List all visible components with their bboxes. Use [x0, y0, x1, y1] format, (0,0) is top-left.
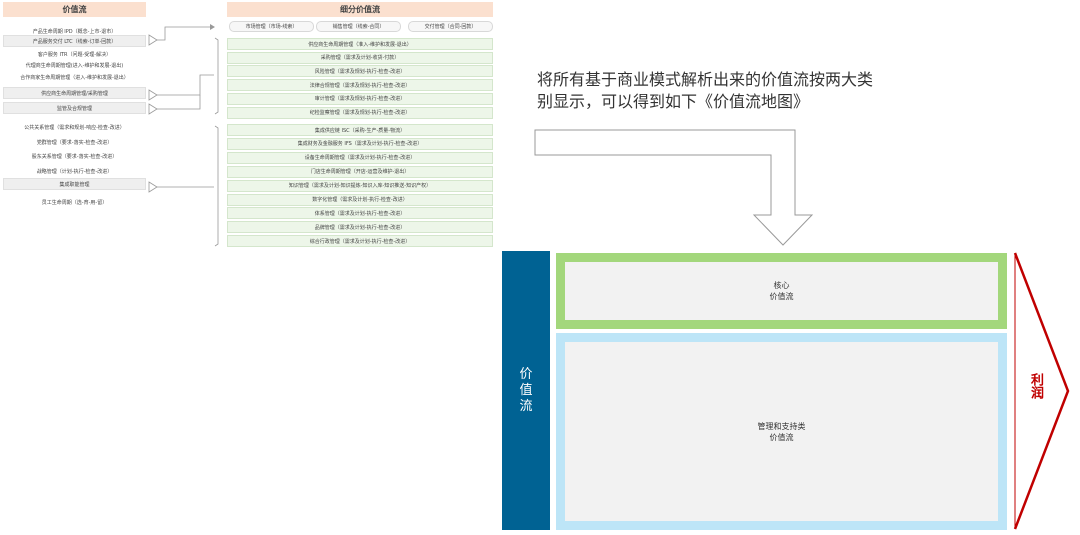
right-pill: 交付管理（合同-回款）: [408, 21, 493, 32]
connector-lines: [148, 24, 219, 247]
right-item: 品牌管理（需求及计划-执行-检查-改进）: [227, 221, 493, 234]
caption-line-2: 别显示，可以得到如下《价值流地图》: [537, 92, 810, 111]
core-value-stream-label: 核心 价值流: [769, 281, 794, 301]
right-item: 审计管理（需求及规划-执行-检查-改进）: [227, 92, 493, 105]
right-item: 供应商生命周期管理（准入-维护和发展-退出）: [227, 38, 493, 50]
right-pill: 销售管理（线索-合同）: [316, 21, 401, 32]
caption-line-1: 将所有基于商业模式解析出来的价值流按两大类: [537, 70, 874, 89]
right-item: 集成财务及金融服务 IFS（需求及计划-执行-检查-改进）: [227, 137, 493, 150]
right-item: 采购管理（需求及计划-收货-付款）: [227, 51, 493, 64]
right-pill: 市场管理（市场-线索）: [229, 21, 314, 32]
right-item: 综合行政管理（需求及计划-执行-检查-改进）: [227, 235, 493, 248]
right-item: 门店生命周期管理（开店-运营及维护-退出）: [227, 165, 493, 178]
profit-label: 利润: [1028, 373, 1043, 399]
right-item: 风险管理（需求及规划-执行-检查-改进）: [227, 65, 493, 78]
down-arrow-icon: [534, 129, 814, 246]
right-header: 细分价值流: [227, 2, 493, 17]
right-item: 设备生命周期管理（需求及计划-执行-检查-改进）: [227, 151, 493, 164]
right-item: 集成供应链 ISC（采购-生产-质量-物流）: [227, 124, 493, 136]
right-item: 体系管理（需求及计划-执行-检查-改进）: [227, 207, 493, 220]
core-value-stream-box: 核心 价值流: [556, 253, 1007, 329]
right-item: 纪检监察管理（需求及规划-执行-检查-改进）: [227, 106, 493, 119]
right-item: 法律合规管理（需求及规划-执行-检查-改进）: [227, 79, 493, 92]
value-stream-side-label: 价 值 流: [519, 366, 533, 414]
right-item: 数字化管理（需求及计划-执行-检查-改进）: [227, 193, 493, 206]
right-item: 知识管理（需求及计划-知识提炼-知识入库-知识推送-知识产权）: [227, 179, 493, 192]
support-value-stream-box: 管理和支持类 价值流: [556, 333, 1007, 530]
value-stream-side-bar: 价 值 流: [502, 251, 550, 530]
support-value-stream-label: 管理和支持类 价值流: [757, 421, 806, 442]
